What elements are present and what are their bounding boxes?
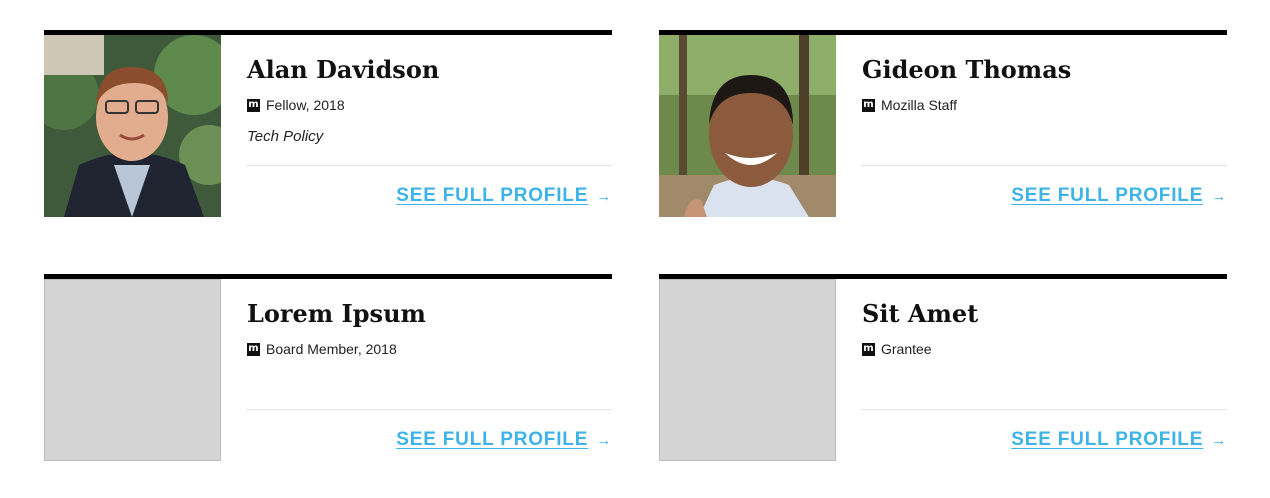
link-label: SEE FULL PROFILE	[1011, 429, 1204, 450]
mozilla-logo-icon: m	[862, 342, 875, 356]
mozilla-logo-icon: m	[247, 98, 260, 112]
divider	[246, 409, 612, 410]
profile-photo[interactable]	[659, 35, 836, 217]
profile-card: Alan Davidson m Fellow, 2018 Tech Policy…	[44, 30, 612, 217]
role-text: Board Member, 2018	[266, 341, 397, 357]
link-label: SEE FULL PROFILE	[396, 429, 589, 450]
link-label: SEE FULL PROFILE	[396, 185, 589, 206]
profile-name[interactable]: Sit Amet	[862, 299, 978, 328]
arrow-right-icon: →	[1211, 188, 1227, 205]
profile-role: m Board Member, 2018	[247, 341, 397, 357]
profile-role: m Fellow, 2018	[247, 97, 345, 113]
profile-name[interactable]: Alan Davidson	[247, 55, 439, 84]
arrow-right-icon: →	[596, 188, 612, 205]
see-full-profile-link[interactable]: SEE FULL PROFILE →	[396, 185, 612, 207]
arrow-right-icon: →	[1211, 432, 1227, 449]
profile-card: Gideon Thomas m Mozilla Staff SEE FULL P…	[659, 30, 1227, 217]
profile-card: Sit Amet m Grantee SEE FULL PROFILE →	[659, 274, 1227, 461]
divider	[246, 165, 612, 166]
profile-photo-placeholder[interactable]	[659, 279, 836, 461]
profile-card: Lorem Ipsum m Board Member, 2018 SEE FUL…	[44, 274, 612, 461]
profile-info: Lorem Ipsum m Board Member, 2018 SEE FUL…	[246, 279, 612, 461]
see-full-profile-link[interactable]: SEE FULL PROFILE →	[1011, 185, 1227, 207]
divider	[861, 165, 1227, 166]
person-photo-icon	[659, 35, 836, 217]
profile-info: Gideon Thomas m Mozilla Staff SEE FULL P…	[861, 35, 1227, 217]
role-text: Mozilla Staff	[881, 97, 957, 113]
profile-photo[interactable]	[44, 35, 221, 217]
profile-info: Sit Amet m Grantee SEE FULL PROFILE →	[861, 279, 1227, 461]
see-full-profile-link[interactable]: SEE FULL PROFILE →	[396, 429, 612, 451]
mozilla-logo-icon: m	[862, 98, 875, 112]
profile-photo-placeholder[interactable]	[44, 279, 221, 461]
profile-role: m Grantee	[862, 341, 932, 357]
profile-role: m Mozilla Staff	[862, 97, 957, 113]
role-text: Fellow, 2018	[266, 97, 345, 113]
person-photo-icon	[44, 35, 221, 217]
profile-info: Alan Davidson m Fellow, 2018 Tech Policy…	[246, 35, 612, 217]
link-label: SEE FULL PROFILE	[1011, 185, 1204, 206]
see-full-profile-link[interactable]: SEE FULL PROFILE →	[1011, 429, 1227, 451]
profile-name[interactable]: Gideon Thomas	[862, 55, 1071, 84]
divider	[861, 409, 1227, 410]
role-text: Grantee	[881, 341, 932, 357]
cropped-header-text	[0, 0, 1270, 24]
profile-name[interactable]: Lorem Ipsum	[247, 299, 426, 328]
arrow-right-icon: →	[596, 432, 612, 449]
mozilla-logo-icon: m	[247, 342, 260, 356]
profile-topic: Tech Policy	[247, 128, 324, 145]
